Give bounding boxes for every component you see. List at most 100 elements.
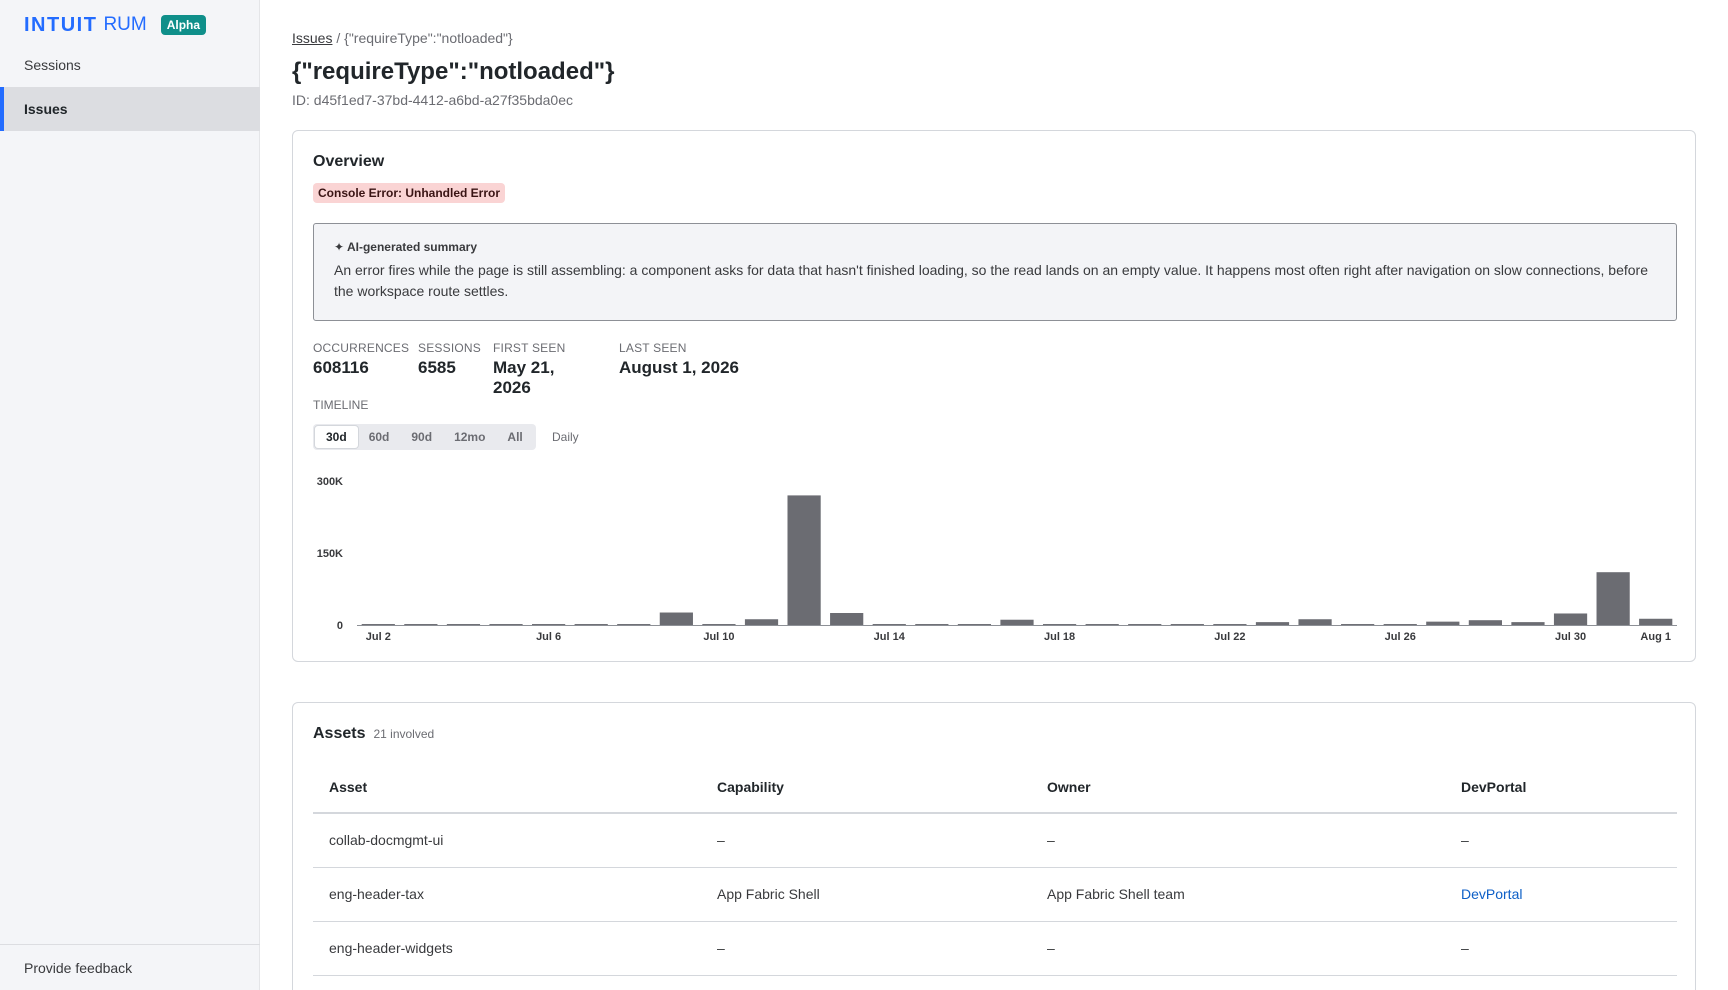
breadcrumb-issues-link[interactable]: Issues xyxy=(292,30,332,46)
occurrences-chart: 0 150K 300K Jul 2 Jul 6 Jul 10 Jul 14 Jul 18 Jul… xyxy=(313,461,1677,651)
table-row: collab-docmgmt-ui – – – xyxy=(313,813,1677,868)
chart-bar xyxy=(1255,622,1290,625)
devportal-link[interactable]: DevPortal xyxy=(1461,886,1522,902)
chart-bar xyxy=(1553,613,1588,625)
chart-bar xyxy=(1596,572,1630,625)
chart-bar xyxy=(446,624,481,626)
brand-product: RUM xyxy=(103,14,147,35)
issue-stats: OCCURRENCES 608116 SESSIONS 6585 FIRST S… xyxy=(313,341,763,398)
chart-bar xyxy=(915,624,949,626)
sidebar-item-sessions[interactable]: Sessions xyxy=(0,43,260,87)
chart-bar xyxy=(872,624,906,626)
chart-bar xyxy=(957,624,992,626)
assets-title: Assets xyxy=(313,725,366,742)
column-header-devportal[interactable]: DevPortal xyxy=(1445,761,1677,814)
asset-cell: eng-header-tax xyxy=(313,867,701,922)
range-90d-button[interactable]: 90d xyxy=(400,426,443,448)
timeline-label: TIMELINE xyxy=(313,398,369,412)
provide-feedback-link[interactable]: Provide feedback xyxy=(0,944,260,990)
devportal-cell: – xyxy=(1445,813,1677,868)
assets-table: Asset Capability Owner DevPortal collab-… xyxy=(313,761,1677,976)
range-all-button[interactable]: All xyxy=(496,426,533,448)
breadcrumb: Issues / {"requireType":"notloaded"} xyxy=(292,30,513,46)
main-content: Issues / {"requireType":"notloaded"} {"r… xyxy=(260,0,1728,990)
stat-value: May 21, 2026 xyxy=(493,358,555,397)
chart-bar xyxy=(1426,621,1460,625)
feedback-label: Provide feedback xyxy=(24,959,133,976)
chart-bar xyxy=(659,612,693,625)
brand-logo[interactable]: INTUIT RUM Alpha xyxy=(24,13,207,36)
error-type-badge: Console Error: Unhandled Error xyxy=(313,183,506,203)
stat-first-seen: FIRST SEEN May 21, 2026 xyxy=(493,341,595,398)
chart-bar xyxy=(1341,624,1375,626)
chart-bar xyxy=(1511,622,1545,625)
stat-label: OCCURRENCES xyxy=(313,341,410,355)
devportal-cell: – xyxy=(1445,921,1677,976)
stat-label: LAST SEEN xyxy=(619,341,687,355)
range-60d-button[interactable]: 60d xyxy=(358,426,401,448)
ai-summary-label: ✦ AI-generated summary xyxy=(334,240,477,254)
ai-summary-box: ✦ AI-generated summary An error fires wh… xyxy=(313,223,1677,321)
devportal-cell: DevPortal xyxy=(1445,867,1677,922)
breadcrumb-current: {"requireType":"notloaded"} xyxy=(344,30,513,46)
capability-cell: – xyxy=(701,813,1031,868)
table-row: eng-header-widgets – – – xyxy=(313,921,1677,976)
chart-bar xyxy=(787,495,821,625)
stat-last-seen: LAST SEEN August 1, 2026 xyxy=(619,341,739,398)
chart-bar xyxy=(361,624,395,626)
chart-bar xyxy=(702,624,736,626)
stat-value: August 1, 2026 xyxy=(619,358,739,377)
column-header-capability[interactable]: Capability xyxy=(701,761,1031,814)
chart-bar xyxy=(1000,619,1034,625)
range-12mo-button[interactable]: 12mo xyxy=(443,426,496,448)
occurrences-bar-chart: 0 150K 300K Jul 2 Jul 6 Jul 10 Jul 14 Jul 18 Jul… xyxy=(317,476,1677,643)
range-30d-button[interactable]: 30d xyxy=(315,426,358,448)
chart-bar xyxy=(532,624,566,626)
breadcrumb-separator: / xyxy=(332,30,345,46)
x-tick-label: Jul 2 xyxy=(366,631,391,643)
x-tick-label: Jul 30 xyxy=(1555,631,1586,643)
stat-sessions: SESSIONS 6585 xyxy=(418,341,481,398)
chart-bar xyxy=(617,624,651,626)
timeline-granularity: Daily xyxy=(552,430,579,444)
chart-bar xyxy=(1128,624,1162,626)
page-title: {"requireType":"notloaded"} xyxy=(292,58,615,85)
y-tick-label: 0 xyxy=(337,620,343,632)
asset-cell: eng-header-widgets xyxy=(313,921,701,976)
chart-bar xyxy=(1042,624,1077,626)
x-tick-label: Aug 1 xyxy=(1640,631,1671,643)
capability-cell: App Fabric Shell xyxy=(701,867,1031,922)
owner-cell: – xyxy=(1031,921,1445,976)
chart-bar xyxy=(830,613,864,625)
chart-bar xyxy=(1085,624,1119,626)
sidebar-item-label: Issues xyxy=(24,101,68,117)
sidebar-item-issues[interactable]: Issues xyxy=(0,87,260,131)
asset-cell: collab-docmgmt-ui xyxy=(313,813,701,868)
overview-title: Overview xyxy=(313,153,385,170)
column-header-asset[interactable]: Asset xyxy=(313,761,701,814)
issue-id: ID: d45f1ed7-37bd-4412-a6bd-a27f35bda0ec xyxy=(292,92,574,108)
assets-header: Assets 21 involved xyxy=(313,725,434,743)
chart-bar xyxy=(574,624,608,626)
chart-bar xyxy=(1298,619,1332,625)
column-header-owner[interactable]: Owner xyxy=(1031,761,1445,814)
stat-label: FIRST SEEN xyxy=(493,341,566,355)
table-row: eng-header-tax App Fabric Shell App Fabr… xyxy=(313,867,1677,922)
overview-card: Overview Console Error: Unhandled Error … xyxy=(292,130,1696,662)
y-tick-label: 150K xyxy=(317,548,343,560)
ai-summary-text: An error fires while the page is still a… xyxy=(334,262,1648,299)
x-tick-label: Jul 6 xyxy=(536,631,561,643)
assets-count: 21 involved xyxy=(373,727,435,741)
capability-cell: – xyxy=(701,921,1031,976)
chart-bar xyxy=(1383,624,1417,626)
stat-value: 6585 xyxy=(418,358,456,377)
brand-name: INTUIT xyxy=(24,13,98,36)
chart-bar xyxy=(1639,618,1673,625)
x-tick-label: Jul 22 xyxy=(1214,631,1245,643)
chart-bar xyxy=(489,624,523,626)
chart-bar xyxy=(1170,624,1204,626)
timeline-range-selector: 30d 60d 90d 12mo All xyxy=(313,424,536,450)
stat-label: SESSIONS xyxy=(418,341,481,355)
alpha-badge: Alpha xyxy=(160,15,207,35)
chart-bar xyxy=(1468,620,1502,625)
